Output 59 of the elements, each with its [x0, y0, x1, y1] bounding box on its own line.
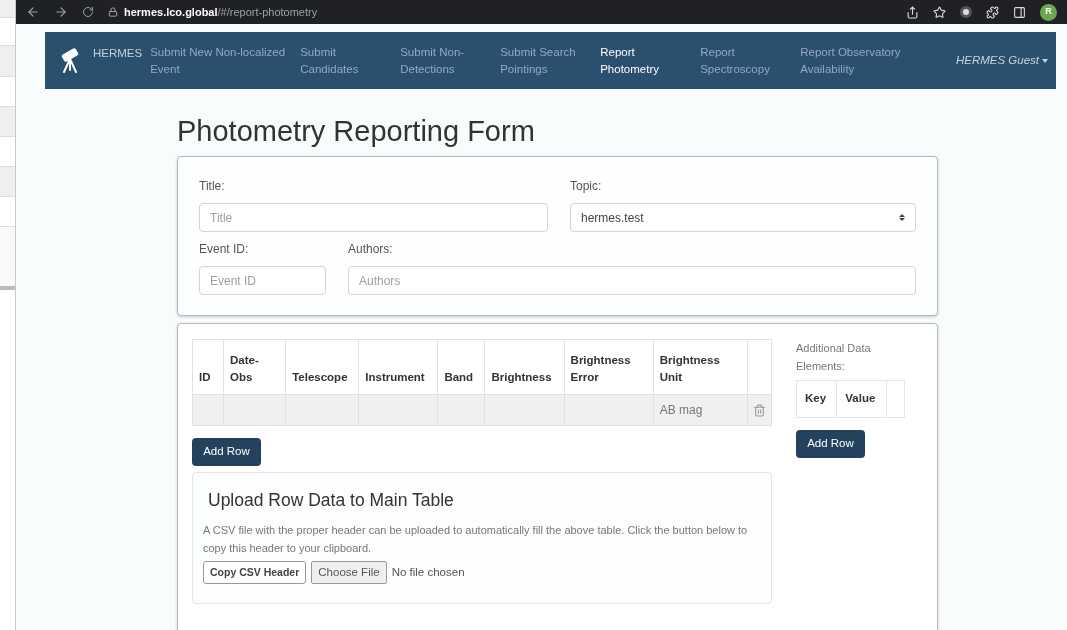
nav-link[interactable]: Report Observatory Availability	[800, 43, 929, 78]
column-header: Value	[836, 380, 887, 418]
authors-field[interactable]: Authors	[348, 266, 916, 295]
field-label: Authors:	[348, 241, 394, 258]
lock-icon	[108, 7, 118, 17]
column-header: Brightness	[484, 339, 565, 395]
file-status: No file chosen	[391, 565, 465, 581]
column-header: Date-Obs	[223, 339, 286, 395]
telescope-icon	[59, 47, 81, 74]
nav-link[interactable]: Submit Search Pointings	[500, 43, 601, 78]
table-cell[interactable]	[223, 394, 286, 426]
caret-icon	[1042, 58, 1048, 63]
upload-description: A CSV file with the proper header can be uploaded to automatically fill the above table. Click the button below to copy this header to your clipboard.	[203, 523, 749, 557]
field-label: Title:	[199, 178, 226, 195]
reload-icon[interactable]	[82, 6, 94, 18]
back-icon[interactable]	[26, 5, 40, 19]
page-heading: Photometry Reporting Form	[177, 114, 536, 148]
title-field[interactable]: Title	[199, 203, 548, 232]
brand-link[interactable]: HERMES	[93, 45, 143, 63]
column-header	[886, 380, 905, 418]
star-icon[interactable]	[933, 5, 946, 19]
table-cell[interactable]	[484, 394, 565, 426]
url-text: hermes.lco.global/#/report-photometry	[124, 4, 318, 20]
nav-link[interactable]: Submit Candidates	[300, 43, 401, 78]
column-header: ID	[192, 339, 224, 395]
choose-file-button[interactable]: Choose File	[311, 561, 387, 585]
add-row-button[interactable]: Add Row	[796, 430, 865, 458]
side-panel-icon[interactable]	[1013, 5, 1026, 19]
topic-select[interactable]: hermes.test	[570, 203, 916, 232]
additional-data-label: Additional Data Elements:	[796, 341, 872, 374]
copy-csv-header-button[interactable]: Copy CSV Header	[203, 561, 307, 585]
profile-avatar[interactable]: R	[1040, 3, 1057, 21]
puzzle-icon[interactable]	[986, 5, 999, 19]
table-cell[interactable]	[564, 394, 654, 426]
field-label: Event ID:	[199, 241, 250, 258]
column-header: Brightness Unit	[653, 339, 748, 395]
nav-link[interactable]: Report Spectroscopy	[700, 43, 801, 78]
column-header: Key	[796, 380, 837, 418]
extension-icon[interactable]	[960, 6, 972, 18]
upload-heading: Upload Row Data to Main Table	[208, 489, 455, 512]
nav-link[interactable]: Report Photometry	[600, 43, 701, 78]
column-header: Telescope	[285, 339, 359, 395]
column-header: Instrument	[358, 339, 438, 395]
add-row-button[interactable]: Add Row	[192, 438, 261, 466]
share-icon[interactable]	[906, 5, 919, 19]
user-menu[interactable]: HERMES Guest	[955, 51, 1048, 70]
select-arrows-icon	[899, 214, 905, 221]
field-label: Topic:	[570, 178, 603, 195]
forward-icon[interactable]	[54, 5, 68, 19]
table-cell[interactable]	[358, 394, 438, 426]
column-header: Band	[437, 339, 485, 395]
table-cell[interactable]	[192, 394, 224, 426]
table-cell[interactable]	[437, 394, 485, 426]
column-header: Brightness Error	[564, 339, 654, 395]
nav-link[interactable]: Submit Non-Detections	[400, 43, 501, 78]
table-cell[interactable]: AB mag	[653, 394, 748, 426]
nav-link[interactable]: Submit New Non-localized Event	[150, 43, 301, 78]
table-cell[interactable]	[285, 394, 359, 426]
event-id-field[interactable]: Event ID	[199, 266, 326, 295]
